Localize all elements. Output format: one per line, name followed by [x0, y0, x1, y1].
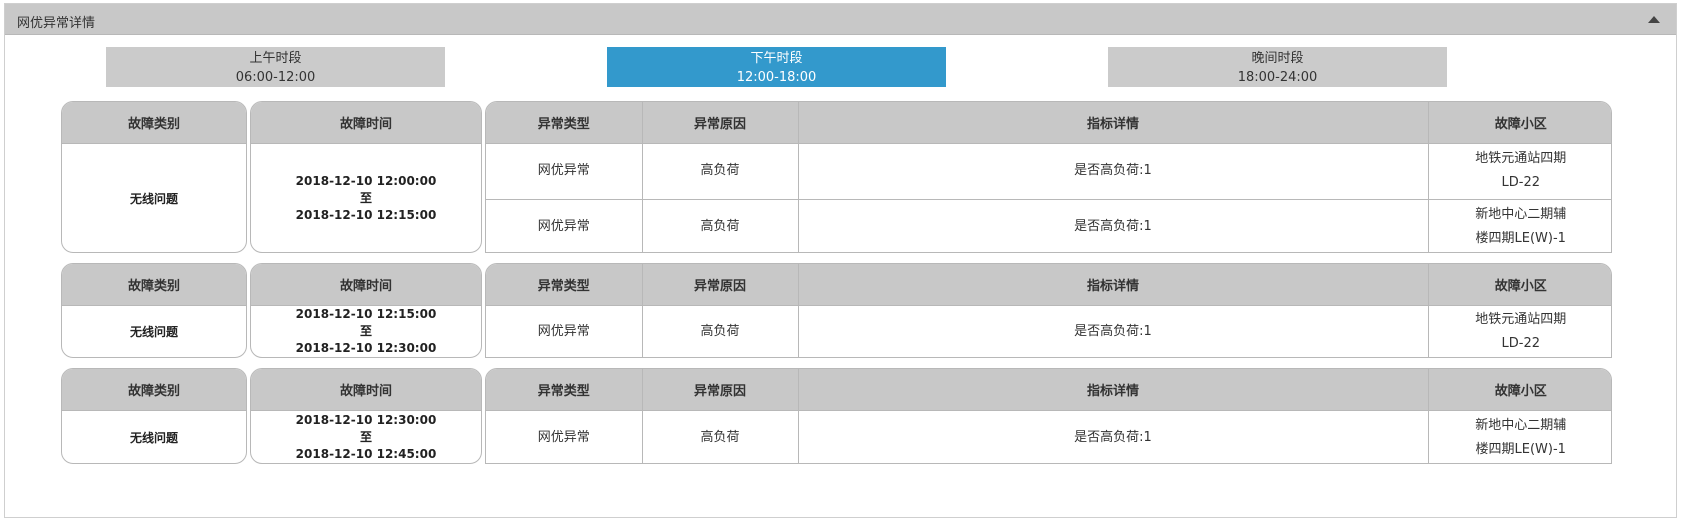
time-start: 2018-12-10 12:15:00 [295, 307, 437, 321]
time-end: 2018-12-10 12:15:00 [295, 207, 437, 222]
type-header: 异常类型 [486, 264, 643, 306]
fault-group-1: 故障类别 无线问题 故障时间 2018-12-10 12:00:00 至 201… [61, 101, 1612, 253]
anomaly-reason: 高负荷 [642, 143, 799, 200]
anomaly-type: 网优异常 [486, 305, 643, 357]
cell-header: 故障小区 [1428, 369, 1611, 411]
fault-time-value: 2018-12-10 12:00:00 至 2018-12-10 12:15:0… [251, 144, 481, 252]
fault-group-2: 故障类别 无线问题 故障时间 2018-12-10 12:15:00 至 201… [61, 263, 1612, 358]
cell-line: LD-22 [1501, 175, 1541, 190]
cell-line: 地铁元通站四期 [1475, 151, 1567, 166]
time-header: 故障时间 [251, 264, 481, 306]
category-header: 故障类别 [62, 264, 246, 306]
table-row: 网优异常 高负荷 是否高负荷:1 新地中心二期辅 楼四期LE(W)-1 [486, 199, 1611, 252]
tab-morning-label: 上午时段 [249, 51, 302, 66]
anomaly-detail-panel: 网优异常详情 上午时段 06:00-12:00 下午时段 12:00-18:00… [4, 3, 1677, 518]
fault-cell: 新地中心二期辅 楼四期LE(W)-1 [1428, 199, 1611, 252]
time-to: 至 [359, 324, 372, 338]
cell-line: LD-22 [1501, 336, 1541, 352]
fault-category-box: 故障类别 无线问题 [61, 263, 247, 358]
table-row: 网优异常 高负荷 是否高负荷:1 地铁元通站四期 LD-22 [486, 305, 1611, 357]
anomaly-type: 网优异常 [486, 410, 643, 463]
tab-morning-range: 06:00-12:00 [235, 70, 316, 85]
anomaly-type: 网优异常 [486, 199, 643, 252]
tab-evening-range: 18:00-24:00 [1237, 70, 1318, 85]
anomaly-type: 网优异常 [486, 143, 643, 200]
category-header: 故障类别 [62, 369, 246, 411]
detail-header: 指标详情 [798, 369, 1429, 411]
fault-time-box: 故障时间 2018-12-10 12:00:00 至 2018-12-10 12… [250, 101, 482, 253]
anomaly-detail-table: 异常类型 异常原因 指标详情 故障小区 网优异常 高负荷 是否高负荷:1 新地中… [485, 368, 1612, 464]
type-header: 异常类型 [486, 102, 643, 144]
time-to: 至 [359, 429, 372, 444]
panel-title: 网优异常详情 [17, 16, 96, 31]
time-start: 2018-12-10 12:30:00 [295, 412, 437, 427]
anomaly-detail-table: 异常类型 异常原因 指标详情 故障小区 网优异常 高负荷 是否高负荷:1 地铁元… [485, 101, 1612, 253]
cell-header: 故障小区 [1428, 264, 1611, 306]
time-end: 2018-12-10 12:30:00 [295, 341, 437, 355]
fault-time-value: 2018-12-10 12:30:00 至 2018-12-10 12:45:0… [251, 411, 481, 463]
table-row: 网优异常 高负荷 是否高负荷:1 新地中心二期辅 楼四期LE(W)-1 [486, 410, 1611, 463]
cell-line: 新地中心二期辅 [1475, 417, 1567, 433]
tab-afternoon[interactable]: 下午时段 12:00-18:00 [607, 47, 946, 87]
fault-cell: 地铁元通站四期 LD-22 [1428, 305, 1611, 357]
fault-category-value: 无线问题 [129, 430, 178, 445]
tab-evening-label: 晚间时段 [1251, 51, 1304, 66]
category-header: 故障类别 [62, 102, 246, 144]
tab-afternoon-range: 12:00-18:00 [736, 70, 817, 85]
fault-category-value: 无线问题 [129, 325, 178, 339]
collapse-up-icon[interactable] [1648, 16, 1660, 23]
metric-detail: 是否高负荷:1 [798, 410, 1429, 463]
reason-header: 异常原因 [642, 102, 799, 144]
fault-category-box: 故障类别 无线问题 [61, 368, 247, 464]
type-header: 异常类型 [486, 369, 643, 411]
fault-group-3: 故障类别 无线问题 故障时间 2018-12-10 12:30:00 至 201… [61, 368, 1612, 464]
time-header: 故障时间 [251, 369, 481, 411]
metric-detail: 是否高负荷:1 [798, 199, 1429, 252]
metric-detail: 是否高负荷:1 [798, 305, 1429, 357]
anomaly-reason: 高负荷 [642, 305, 799, 357]
fault-time-box: 故障时间 2018-12-10 12:15:00 至 2018-12-10 12… [250, 263, 482, 358]
cell-line: 楼四期LE(W)-1 [1475, 441, 1566, 457]
tab-afternoon-label: 下午时段 [750, 51, 803, 66]
time-header: 故障时间 [251, 102, 481, 144]
fault-time-box: 故障时间 2018-12-10 12:30:00 至 2018-12-10 12… [250, 368, 482, 464]
reason-header: 异常原因 [642, 264, 799, 306]
fault-cell: 新地中心二期辅 楼四期LE(W)-1 [1428, 410, 1611, 463]
anomaly-reason: 高负荷 [642, 199, 799, 252]
metric-detail: 是否高负荷:1 [798, 143, 1429, 200]
fault-category-value: 无线问题 [129, 191, 178, 206]
fault-cell: 地铁元通站四期 LD-22 [1428, 143, 1611, 200]
time-period-tabs: 上午时段 06:00-12:00 下午时段 12:00-18:00 晚间时段 1… [5, 47, 1676, 89]
detail-header: 指标详情 [798, 264, 1429, 306]
time-to: 至 [359, 190, 372, 205]
tab-evening[interactable]: 晚间时段 18:00-24:00 [1108, 47, 1447, 87]
panel-header: 网优异常详情 [5, 4, 1676, 35]
fault-time-value: 2018-12-10 12:15:00 至 2018-12-10 12:30:0… [251, 306, 481, 357]
cell-header: 故障小区 [1428, 102, 1611, 144]
tab-morning[interactable]: 上午时段 06:00-12:00 [106, 47, 445, 87]
anomaly-detail-table: 异常类型 异常原因 指标详情 故障小区 网优异常 高负荷 是否高负荷:1 地铁元… [485, 263, 1612, 358]
cell-line: 地铁元通站四期 [1475, 312, 1567, 328]
reason-header: 异常原因 [642, 369, 799, 411]
cell-line: 楼四期LE(W)-1 [1475, 231, 1566, 247]
detail-header: 指标详情 [798, 102, 1429, 144]
cell-line: 新地中心二期辅 [1475, 207, 1567, 223]
time-start: 2018-12-10 12:00:00 [295, 173, 437, 188]
time-end: 2018-12-10 12:45:00 [295, 446, 437, 461]
fault-category-box: 故障类别 无线问题 [61, 101, 247, 253]
table-row: 网优异常 高负荷 是否高负荷:1 地铁元通站四期 LD-22 [486, 143, 1611, 200]
anomaly-reason: 高负荷 [642, 410, 799, 463]
